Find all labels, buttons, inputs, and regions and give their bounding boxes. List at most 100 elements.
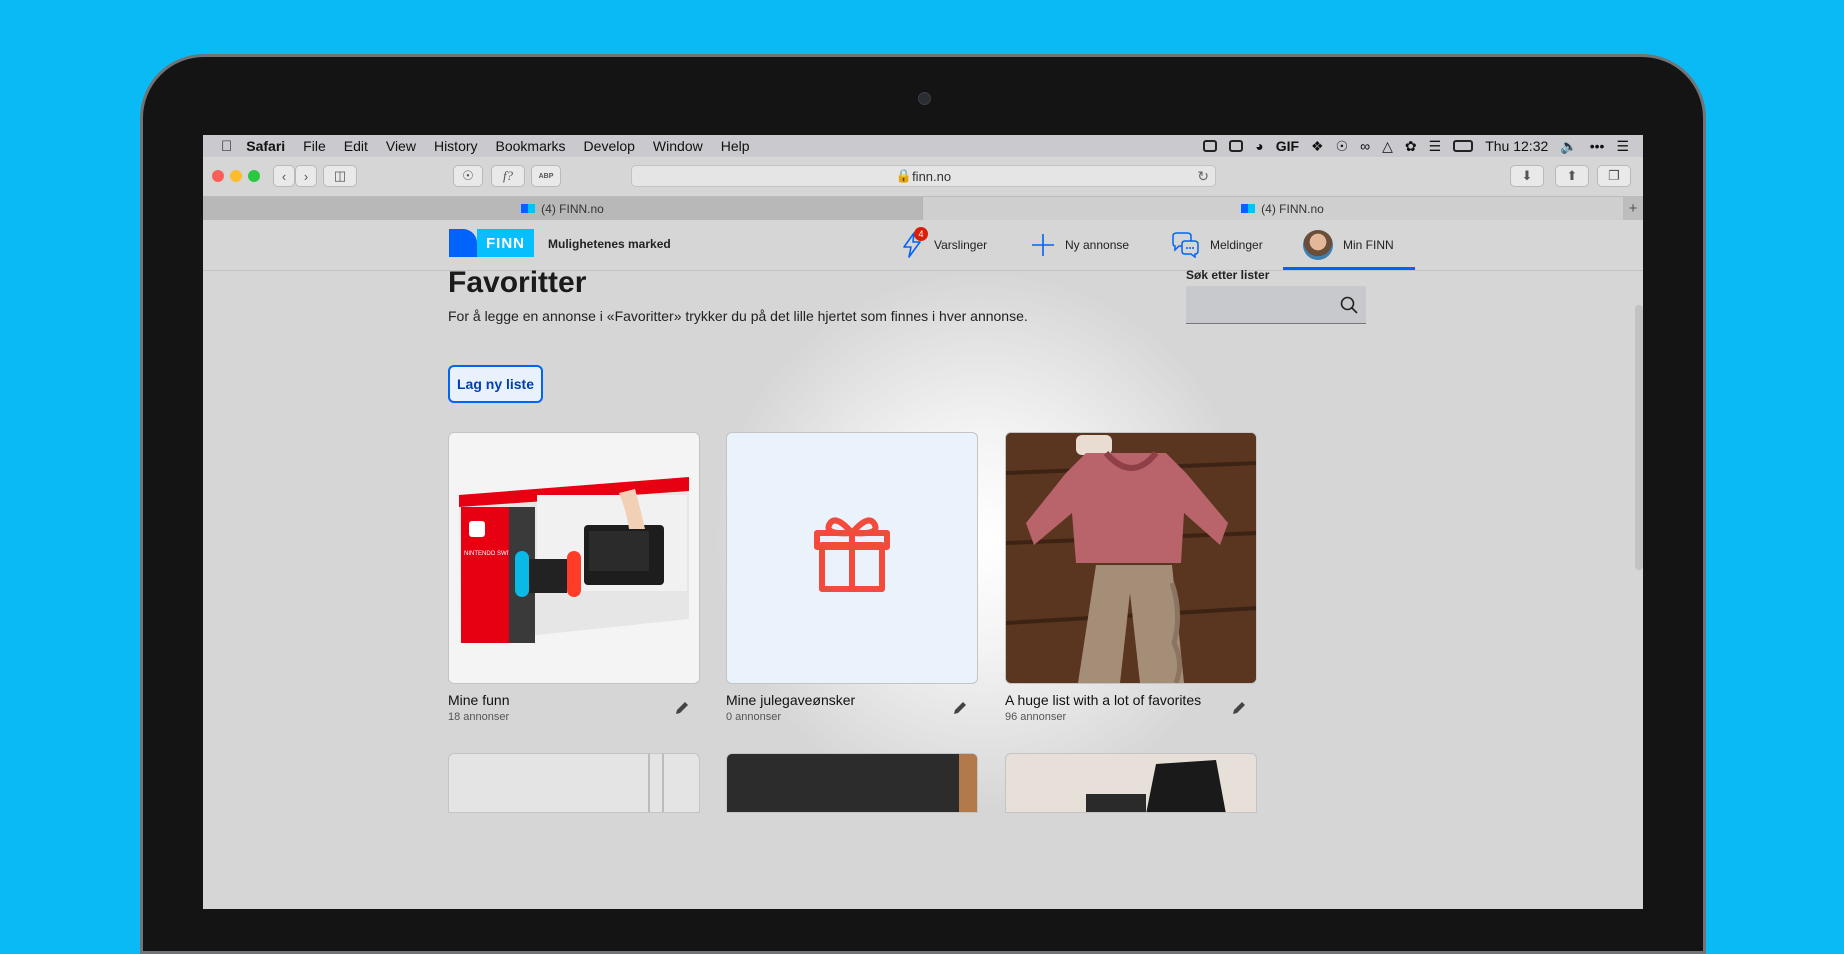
lightning-icon: 4 bbox=[900, 227, 928, 258]
list-card-thumbnail-partial[interactable] bbox=[448, 753, 700, 813]
tab-bar: (4) FINN.no (4) FINN.no + bbox=[203, 197, 1643, 220]
bluetooth-icon[interactable]: ✿ bbox=[1405, 138, 1417, 155]
search-lists-label: Søk etter lister bbox=[1186, 268, 1270, 282]
finn-logo[interactable]: FINN bbox=[449, 229, 534, 257]
menu-window[interactable]: Window bbox=[653, 138, 703, 154]
screen:  Safari File Edit View History Bookmark… bbox=[203, 135, 1643, 909]
finn-favicon-icon bbox=[521, 204, 536, 213]
creative-cloud-icon[interactable]: ∞ bbox=[1360, 138, 1370, 154]
nav-new-ad[interactable]: Ny annonse bbox=[1031, 220, 1129, 270]
list-card-thumbnail-partial[interactable] bbox=[1005, 753, 1257, 813]
reload-icon[interactable]: ↻ bbox=[1197, 168, 1209, 185]
pencil-icon[interactable] bbox=[674, 700, 690, 721]
webcam bbox=[918, 92, 931, 105]
adblock-extension-icon[interactable]: ABP bbox=[531, 165, 561, 187]
menubar-clock[interactable]: Thu 12:32 bbox=[1485, 138, 1548, 154]
dark-item-photo bbox=[959, 754, 977, 812]
notification-center-icon[interactable]: ☰ bbox=[1616, 138, 1629, 155]
list-count: 96 annonser bbox=[1005, 711, 1067, 723]
finn-header: FINN Mulighetenes marked 4 Varslinger Ny… bbox=[203, 220, 1643, 271]
menubar-status-area: ◕ GIF ❖ ☉ ∞ △ ✿ ☰ Thu 12:32 🔈 ••• ☰ bbox=[1203, 135, 1629, 157]
user-avatar bbox=[1303, 230, 1333, 260]
list-card-huge-list[interactable]: A huge list with a lot of favorites 96 a… bbox=[1005, 432, 1257, 723]
tab-finn-2[interactable]: (4) FINN.no bbox=[923, 197, 1643, 220]
forward-button[interactable]: › bbox=[295, 165, 317, 187]
nav-my-finn-label: Min FINN bbox=[1343, 238, 1394, 252]
list-thumbnail[interactable] bbox=[1005, 432, 1257, 684]
pencil-icon[interactable] bbox=[1231, 700, 1247, 721]
search-lists-field[interactable] bbox=[1186, 286, 1366, 324]
search-icon[interactable] bbox=[1340, 296, 1358, 319]
download-tray-icon[interactable] bbox=[1229, 140, 1244, 152]
list-title[interactable]: Mine julegaveønsker bbox=[726, 692, 978, 708]
menu-edit[interactable]: Edit bbox=[344, 138, 368, 154]
wifi-icon[interactable]: ☰ bbox=[1429, 138, 1442, 155]
nav-new-ad-label: Ny annonse bbox=[1065, 238, 1130, 252]
gift-icon bbox=[814, 517, 890, 592]
box-icon[interactable] bbox=[1203, 140, 1218, 152]
apple-icon[interactable]:  bbox=[221, 138, 232, 155]
nintendo-switch-box-image: NINTENDO SWITCH bbox=[459, 477, 689, 643]
onepassword-extension-icon[interactable]: ☉ bbox=[453, 165, 483, 187]
nav-messages[interactable]: Meldinger bbox=[1170, 220, 1263, 270]
nav-my-finn[interactable]: Min FINN bbox=[1303, 220, 1394, 270]
finn-favicon-icon bbox=[1241, 204, 1256, 213]
more-icon[interactable]: ••• bbox=[1590, 138, 1605, 154]
safari-toolbar: ‹ › ◫ ☉ f? ABP 🔒 finn.no ↻ ⬇ ⬆ ❐ bbox=[203, 157, 1643, 197]
zoom-window-button[interactable] bbox=[248, 170, 260, 182]
menu-view[interactable]: View bbox=[386, 138, 416, 154]
finn-logo-text: FINN bbox=[477, 229, 534, 257]
menu-file[interactable]: File bbox=[303, 138, 326, 154]
arc-icon[interactable]: ◕ bbox=[1255, 138, 1263, 154]
back-button[interactable]: ‹ bbox=[273, 165, 295, 187]
list-thumbnail[interactable] bbox=[726, 432, 978, 684]
onepassword-icon[interactable]: ☉ bbox=[1336, 138, 1349, 155]
battery-icon[interactable] bbox=[1453, 140, 1474, 152]
menu-bookmarks[interactable]: Bookmarks bbox=[496, 138, 566, 154]
menu-help[interactable]: Help bbox=[721, 138, 750, 154]
address-bar[interactable]: 🔒 finn.no ↻ bbox=[631, 165, 1216, 187]
nav-alerts[interactable]: 4 Varslinger bbox=[900, 220, 987, 270]
search-lists-input[interactable] bbox=[1194, 294, 1328, 316]
camera-photo bbox=[1086, 760, 1226, 812]
gif-icon[interactable]: GIF bbox=[1276, 138, 1299, 154]
sidebar-toggle-icon[interactable]: ◫ bbox=[323, 165, 357, 187]
address-bar-url: finn.no bbox=[912, 168, 952, 184]
close-window-button[interactable] bbox=[212, 170, 224, 182]
volume-icon[interactable]: 🔈 bbox=[1560, 138, 1577, 155]
interior-photo bbox=[648, 754, 664, 812]
page-title: Favoritter bbox=[448, 266, 587, 299]
baby-clothes-image bbox=[1006, 433, 1256, 683]
new-list-button[interactable]: Lag ny liste bbox=[448, 365, 543, 403]
nav-alerts-label: Varslinger bbox=[934, 238, 988, 252]
list-card-mine-funn[interactable]: NINTENDO SWITCH Mine funn 18 annonser bbox=[448, 432, 700, 723]
menu-history[interactable]: History bbox=[434, 138, 478, 154]
list-title[interactable]: A huge list with a lot of favorites bbox=[1005, 692, 1257, 708]
menu-app-safari[interactable]: Safari bbox=[246, 138, 285, 154]
minimize-window-button[interactable] bbox=[230, 170, 242, 182]
pencil-icon[interactable] bbox=[952, 700, 968, 721]
page-scrollbar[interactable] bbox=[1635, 305, 1643, 570]
airplay-icon[interactable]: △ bbox=[1382, 138, 1393, 155]
new-tab-button[interactable]: + bbox=[1623, 197, 1643, 220]
share-icon[interactable]: ⬆ bbox=[1555, 165, 1589, 187]
list-card-julegaveonsker[interactable]: Mine julegaveønsker 0 annonser bbox=[726, 432, 978, 723]
tab-label: (4) FINN.no bbox=[541, 201, 604, 216]
list-card-thumbnail-partial[interactable] bbox=[726, 753, 978, 813]
tab-label: (4) FINN.no bbox=[1261, 201, 1324, 216]
list-title[interactable]: Mine funn bbox=[448, 692, 700, 708]
show-tabs-icon[interactable]: ❐ bbox=[1597, 165, 1631, 187]
tab-finn-1[interactable]: (4) FINN.no bbox=[203, 197, 923, 220]
list-count: 18 annonser bbox=[448, 711, 510, 723]
dropbox-icon[interactable]: ❖ bbox=[1311, 138, 1324, 155]
list-thumbnail[interactable]: NINTENDO SWITCH bbox=[448, 432, 700, 684]
active-nav-indicator bbox=[1283, 267, 1415, 270]
menu-develop[interactable]: Develop bbox=[584, 138, 635, 154]
finn-logo-mark bbox=[449, 229, 477, 257]
lock-icon: 🔒 bbox=[895, 168, 913, 183]
reader-extension-button[interactable]: f? bbox=[491, 165, 525, 187]
chat-bubbles-icon bbox=[1170, 232, 1200, 258]
nav-messages-label: Meldinger bbox=[1210, 238, 1263, 252]
web-page: FINN Mulighetenes marked 4 Varslinger Ny… bbox=[203, 220, 1643, 909]
downloads-icon[interactable]: ⬇ bbox=[1510, 165, 1544, 187]
